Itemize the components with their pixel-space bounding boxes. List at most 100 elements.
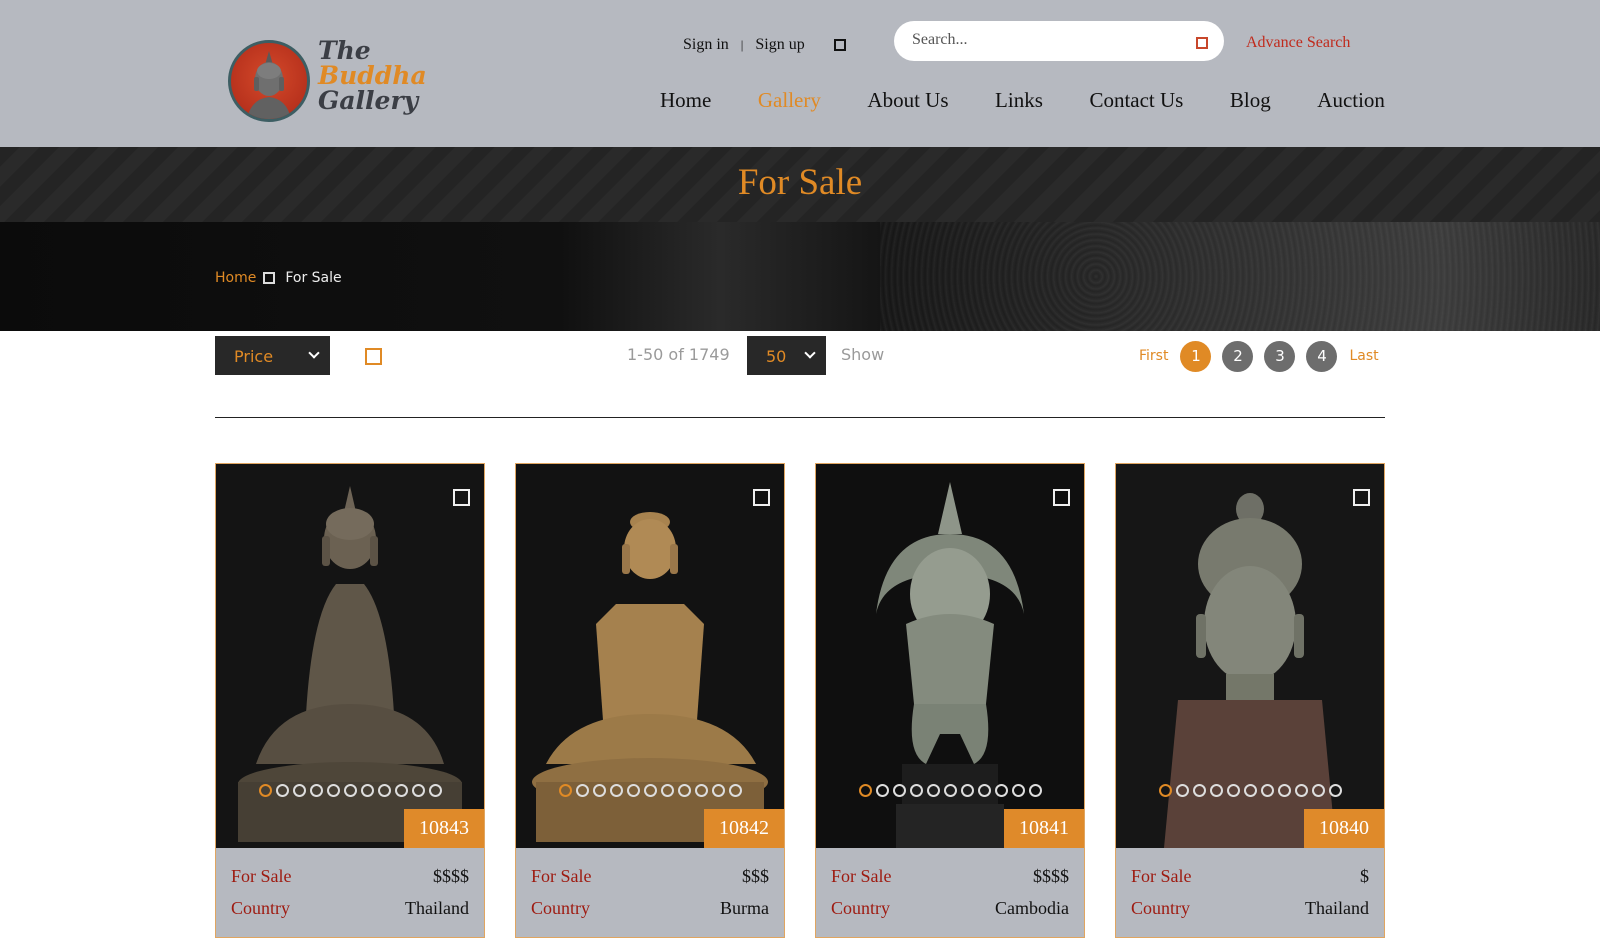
carousel-dot[interactable] xyxy=(1158,784,1172,797)
pagination-page-2[interactable]: 2 xyxy=(1222,340,1254,372)
product-card[interactable]: 10841 For Sale $$$$ Country Cambodia xyxy=(815,463,1085,938)
carousel-dot[interactable] xyxy=(626,784,640,797)
site-header: The Buddha Gallery Sign in | Sign up Adv… xyxy=(0,0,1600,147)
carousel-dot[interactable] xyxy=(1311,784,1325,797)
carousel-dot[interactable] xyxy=(728,784,742,797)
carousel-dot[interactable] xyxy=(609,784,623,797)
favorite-icon[interactable] xyxy=(453,489,470,506)
carousel-dot[interactable] xyxy=(275,784,289,797)
carousel-dot[interactable] xyxy=(1294,784,1308,797)
product-image[interactable]: 10842 xyxy=(516,464,784,848)
search-input[interactable] xyxy=(912,31,1182,49)
carousel-dot[interactable] xyxy=(1192,784,1206,797)
sort-by-select[interactable]: Price xyxy=(215,336,330,375)
product-card[interactable]: 10842 For Sale $$$ Country Burma xyxy=(515,463,785,938)
image-carousel-dots xyxy=(816,784,1084,797)
carousel-dot[interactable] xyxy=(575,784,589,797)
product-image[interactable]: 10840 xyxy=(1116,464,1384,848)
logo-wordmark: The Buddha Gallery xyxy=(318,38,427,113)
pagination-first[interactable]: First xyxy=(1139,348,1168,364)
carousel-dot[interactable] xyxy=(558,784,572,797)
breadcrumb-current: For Sale xyxy=(285,270,342,286)
logo-line-1: The xyxy=(318,36,371,65)
breadcrumb-separator-icon xyxy=(263,272,276,284)
carousel-dot[interactable] xyxy=(677,784,691,797)
logo-buddha-medallion xyxy=(228,40,310,122)
carousel-dot[interactable] xyxy=(643,784,657,797)
page-title: For Sale xyxy=(737,162,863,203)
nav-links[interactable]: Links xyxy=(995,88,1043,113)
favorite-icon[interactable] xyxy=(1353,489,1370,506)
carousel-dot[interactable] xyxy=(943,784,957,797)
favorite-icon[interactable] xyxy=(753,489,770,506)
carousel-dot[interactable] xyxy=(892,784,906,797)
carousel-dot[interactable] xyxy=(258,784,272,797)
carousel-dot[interactable] xyxy=(858,784,872,797)
breadcrumb-home-link[interactable]: Home xyxy=(215,270,256,286)
carousel-dot[interactable] xyxy=(343,784,357,797)
product-image[interactable]: 10843 xyxy=(216,464,484,848)
main-nav: Home Gallery About Us Links Contact Us B… xyxy=(660,88,1385,113)
nav-auction[interactable]: Auction xyxy=(1317,88,1385,113)
nav-home[interactable]: Home xyxy=(660,88,711,113)
auth-separator: | xyxy=(740,37,744,52)
carousel-dot[interactable] xyxy=(1028,784,1042,797)
carousel-dot[interactable] xyxy=(960,784,974,797)
pagination-page-1[interactable]: 1 xyxy=(1180,340,1212,372)
carousel-dot[interactable] xyxy=(309,784,323,797)
carousel-dot[interactable] xyxy=(1011,784,1025,797)
sign-in-link[interactable]: Sign in xyxy=(683,36,729,54)
carousel-dot[interactable] xyxy=(1226,784,1240,797)
carousel-dot[interactable] xyxy=(428,784,442,797)
carousel-dot[interactable] xyxy=(411,784,425,797)
status-label: For Sale xyxy=(831,866,892,886)
product-image[interactable]: 10841 xyxy=(816,464,1084,848)
sign-up-link[interactable]: Sign up xyxy=(755,36,804,54)
carousel-dot[interactable] xyxy=(711,784,725,797)
results-count: 1-50 of 1749 xyxy=(627,345,730,364)
carousel-dot[interactable] xyxy=(926,784,940,797)
card-country-row: Country Thailand xyxy=(1131,898,1369,919)
product-card[interactable]: 10840 For Sale $ Country Thailand xyxy=(1115,463,1385,938)
carousel-dot[interactable] xyxy=(360,784,374,797)
price-value: $ xyxy=(1360,866,1369,886)
chevron-down-icon xyxy=(804,347,816,359)
nav-contact-us[interactable]: Contact Us xyxy=(1089,88,1183,113)
carousel-dot[interactable] xyxy=(1328,784,1342,797)
carousel-dot[interactable] xyxy=(909,784,923,797)
pagination-page-3[interactable]: 3 xyxy=(1264,340,1296,372)
carousel-dot[interactable] xyxy=(994,784,1008,797)
carousel-dot[interactable] xyxy=(292,784,306,797)
nav-gallery[interactable]: Gallery xyxy=(758,88,821,113)
image-carousel-dots xyxy=(216,784,484,797)
card-status-row: For Sale $$$$ xyxy=(831,866,1069,887)
carousel-dot[interactable] xyxy=(377,784,391,797)
carousel-dot[interactable] xyxy=(592,784,606,797)
carousel-dot[interactable] xyxy=(1209,784,1223,797)
carousel-dot[interactable] xyxy=(875,784,889,797)
favorite-icon[interactable] xyxy=(1053,489,1070,506)
carousel-dot[interactable] xyxy=(977,784,991,797)
search-icon[interactable] xyxy=(1196,37,1208,49)
carousel-dot[interactable] xyxy=(326,784,340,797)
carousel-dot[interactable] xyxy=(1260,784,1274,797)
carousel-dot[interactable] xyxy=(1175,784,1189,797)
carousel-dot[interactable] xyxy=(1243,784,1257,797)
carousel-dot[interactable] xyxy=(1277,784,1291,797)
nav-blog[interactable]: Blog xyxy=(1230,88,1271,113)
card-status-row: For Sale $$$ xyxy=(531,866,769,887)
pagination-last[interactable]: Last xyxy=(1349,348,1378,364)
nav-about-us[interactable]: About Us xyxy=(867,88,948,113)
pagination-page-4[interactable]: 4 xyxy=(1306,340,1338,372)
product-card[interactable]: 10843 For Sale $$$$ Country Thailand xyxy=(215,463,485,938)
image-carousel-dots xyxy=(516,784,784,797)
site-logo[interactable]: The Buddha Gallery xyxy=(228,38,427,128)
sort-direction-icon[interactable] xyxy=(365,348,382,365)
page-title-bar: For Sale xyxy=(0,147,1600,222)
carousel-dot[interactable] xyxy=(660,784,674,797)
cart-icon[interactable] xyxy=(833,39,846,51)
per-page-select[interactable]: 50 xyxy=(747,336,826,375)
carousel-dot[interactable] xyxy=(694,784,708,797)
carousel-dot[interactable] xyxy=(394,784,408,797)
advance-search-link[interactable]: Advance Search xyxy=(1246,34,1350,52)
